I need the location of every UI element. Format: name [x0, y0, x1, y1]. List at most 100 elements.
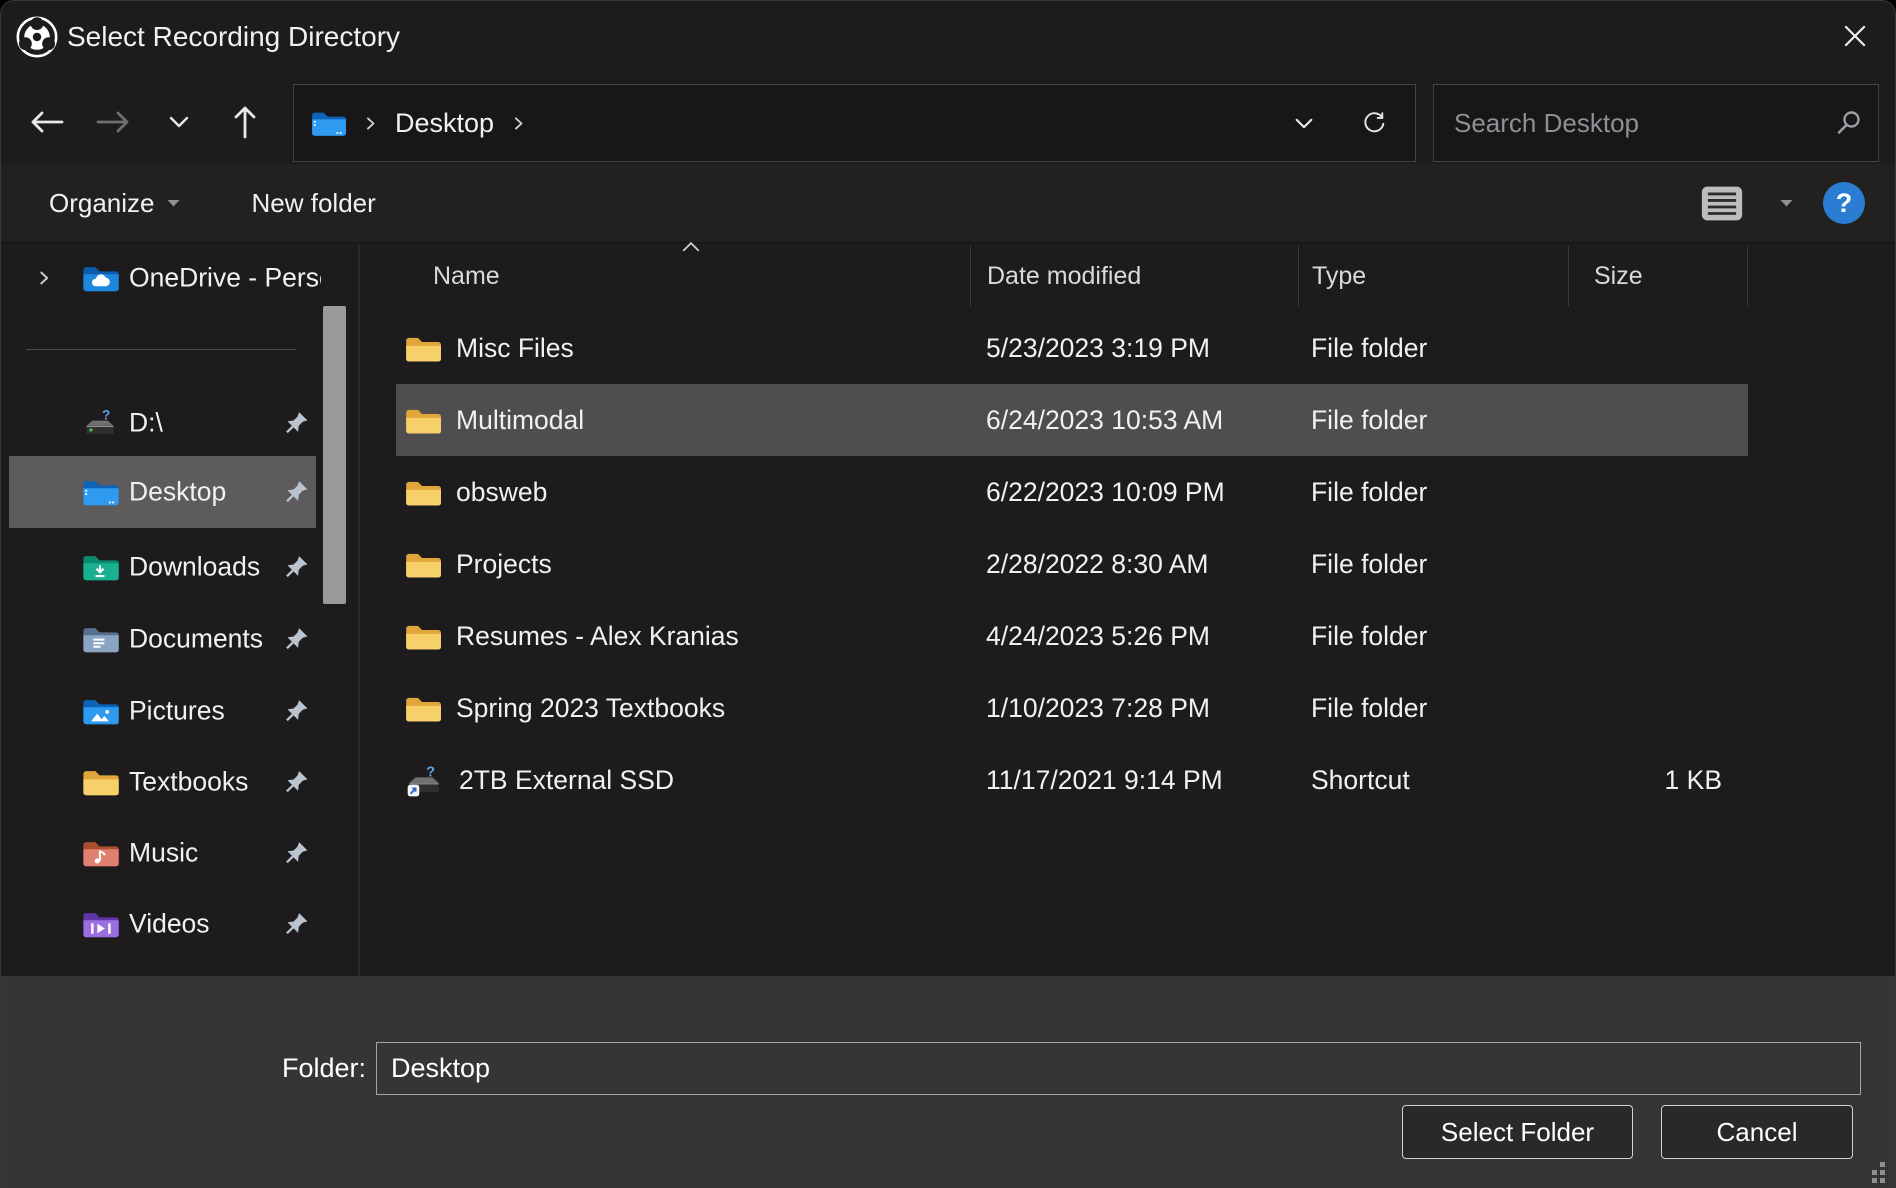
file-name: Projects [456, 549, 552, 580]
address-bar[interactable]: Desktop [293, 84, 1416, 162]
organize-button[interactable]: Organize [43, 187, 186, 220]
drive-icon [81, 408, 119, 439]
file-type: File folder [1298, 621, 1568, 652]
recent-locations-button[interactable] [153, 91, 205, 153]
address-bar-controls [1287, 92, 1403, 154]
refresh-button[interactable] [1355, 92, 1393, 154]
search-icon[interactable] [1834, 109, 1862, 137]
cancel-button[interactable]: Cancel [1661, 1105, 1853, 1159]
sidebar-item-pictures[interactable]: Pictures [9, 675, 316, 747]
up-arrow-icon [230, 104, 260, 140]
videos-folder-icon [81, 909, 119, 940]
drive-shortcut-icon [404, 763, 444, 797]
new-folder-button[interactable]: New folder [246, 187, 382, 220]
file-row-spring-textbooks[interactable]: Spring 2023 Textbooks 1/10/2023 7:28 PM … [396, 672, 1748, 744]
forward-arrow-icon [95, 107, 131, 137]
obs-logo-icon [15, 15, 59, 59]
file-name: Spring 2023 Textbooks [456, 693, 725, 724]
file-type: File folder [1298, 477, 1568, 508]
file-list: Misc Files 5/23/2023 3:19 PM File folder… [396, 312, 1748, 816]
sidebar-item-label: Documents [129, 624, 263, 655]
sidebar-item-documents[interactable]: Documents [9, 603, 316, 675]
sidebar-item-label: OneDrive - Persc [129, 263, 321, 294]
file-name: obsweb [456, 477, 547, 508]
pin-icon[interactable] [283, 911, 310, 938]
folder-icon [404, 693, 441, 724]
sidebar-item-textbooks[interactable]: Textbooks [9, 746, 316, 818]
file-row-misc-files[interactable]: Misc Files 5/23/2023 3:19 PM File folder [396, 312, 1748, 384]
caret-down-icon [167, 199, 180, 207]
column-header-date-modified[interactable]: Date modified [970, 246, 1298, 306]
documents-folder-icon [81, 624, 119, 655]
folder-icon [404, 333, 441, 364]
pin-icon[interactable] [283, 698, 310, 725]
file-row-multimodal[interactable]: Multimodal 6/24/2023 10:53 AM File folde… [396, 384, 1748, 456]
folder-icon [404, 621, 441, 652]
sidebar-item-desktop[interactable]: Desktop [9, 456, 316, 528]
chevron-down-icon [168, 115, 190, 129]
downloads-folder-icon [81, 552, 119, 583]
close-icon [1842, 23, 1868, 49]
resize-grip[interactable] [1859, 1155, 1889, 1185]
caret-down-icon [1780, 199, 1793, 207]
new-folder-label: New folder [252, 188, 376, 219]
folder-icon [404, 477, 441, 508]
sidebar-item-label: Textbooks [129, 767, 248, 798]
file-type: File folder [1298, 405, 1568, 436]
sidebar-item-label: Downloads [129, 552, 260, 583]
pin-icon[interactable] [283, 410, 310, 437]
forward-button[interactable] [87, 91, 139, 153]
sort-ascending-icon [681, 242, 701, 252]
pin-icon[interactable] [283, 479, 310, 506]
sidebar-scrollbar-thumb[interactable] [323, 306, 346, 604]
file-date: 2/28/2022 8:30 AM [970, 549, 1298, 580]
help-button[interactable]: ? [1823, 182, 1865, 224]
chevron-down-icon [1294, 117, 1314, 130]
file-date: 1/10/2023 7:28 PM [970, 693, 1298, 724]
pin-icon[interactable] [283, 626, 310, 653]
breadcrumb-location[interactable]: Desktop [395, 108, 494, 139]
sidebar-item-onedrive[interactable]: OneDrive - Persc [9, 242, 316, 314]
back-button[interactable] [21, 91, 73, 153]
file-type: File folder [1298, 549, 1568, 580]
column-header-type[interactable]: Type [1298, 246, 1568, 306]
refresh-icon [1361, 108, 1387, 138]
sidebar-item-videos[interactable]: Videos [9, 888, 316, 960]
up-button[interactable] [219, 91, 271, 153]
pin-icon[interactable] [283, 840, 310, 867]
close-button[interactable] [1831, 13, 1879, 59]
details-view-icon [1700, 185, 1744, 222]
file-size: 1 KB [1568, 765, 1748, 796]
pictures-folder-icon [81, 696, 119, 727]
file-date: 11/17/2021 9:14 PM [970, 765, 1298, 796]
pin-icon[interactable] [283, 769, 310, 796]
dialog-footer: Folder: Select Folder Cancel [1, 976, 1896, 1188]
address-dropdown-button[interactable] [1287, 92, 1321, 154]
column-header-name[interactable]: Name [396, 246, 970, 306]
command-toolbar: Organize New folder ? [1, 164, 1895, 243]
sidebar-item-label: Videos [129, 909, 210, 940]
search-input[interactable] [1452, 107, 1834, 140]
music-folder-icon [81, 838, 119, 869]
folder-name-input[interactable] [376, 1042, 1861, 1095]
sidebar-item-music[interactable]: Music [9, 817, 316, 889]
file-row-obsweb[interactable]: obsweb 6/22/2023 10:09 PM File folder [396, 456, 1748, 528]
sidebar-item-downloads[interactable]: Downloads [9, 531, 316, 603]
file-dialog-window: Select Recording Directory [0, 0, 1896, 1188]
back-arrow-icon [29, 107, 65, 137]
pin-icon[interactable] [283, 554, 310, 581]
view-options-button[interactable] [1774, 198, 1799, 208]
file-row-2tb-external-ssd[interactable]: 2TB External SSD 11/17/2021 9:14 PM Shor… [396, 744, 1748, 816]
file-type: Shortcut [1298, 765, 1568, 796]
expand-chevron-icon[interactable] [35, 269, 53, 287]
column-header-size[interactable]: Size [1568, 246, 1748, 306]
file-row-resumes[interactable]: Resumes - Alex Kranias 4/24/2023 5:26 PM… [396, 600, 1748, 672]
change-view-button[interactable] [1694, 184, 1750, 223]
file-row-projects[interactable]: Projects 2/28/2022 8:30 AM File folder [396, 528, 1748, 600]
sidebar-item-label: Desktop [129, 477, 226, 508]
select-folder-button[interactable]: Select Folder [1402, 1105, 1633, 1159]
search-box [1433, 84, 1879, 162]
file-name: 2TB External SSD [459, 765, 674, 796]
sidebar-item-d-drive[interactable]: D:\ [9, 387, 316, 459]
file-date: 5/23/2023 3:19 PM [970, 333, 1298, 364]
